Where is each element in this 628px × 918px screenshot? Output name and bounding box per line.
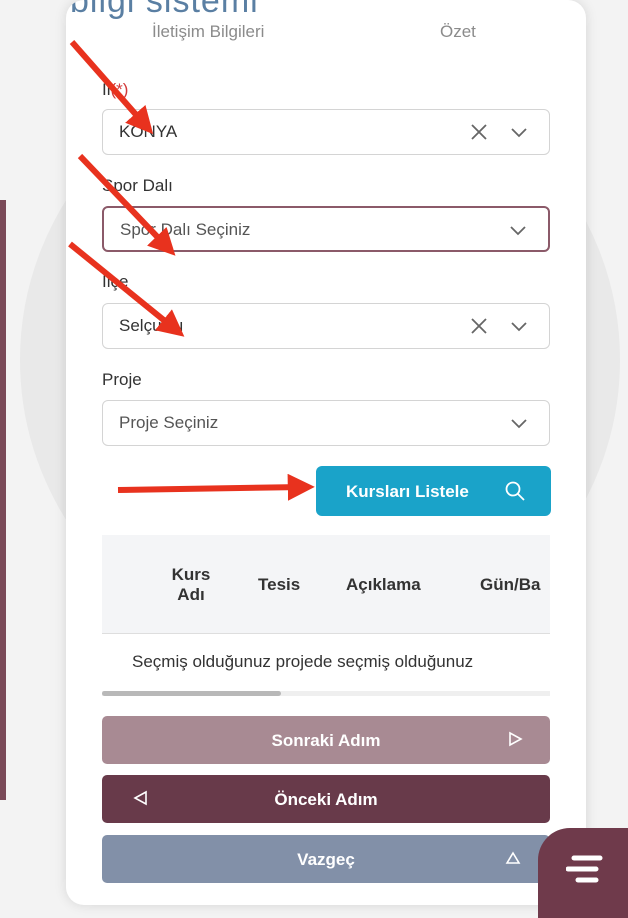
list-courses-label: Kursları Listele bbox=[346, 482, 469, 501]
ilce-label: İlçe bbox=[102, 272, 129, 291]
list-courses-button[interactable]: Kursları Listele bbox=[316, 466, 551, 516]
spor-dali-select[interactable]: Spor Dalı Seçiniz bbox=[102, 206, 550, 252]
chevron-down-icon[interactable] bbox=[507, 120, 531, 144]
previous-step-label: Önceki Adım bbox=[274, 790, 378, 809]
chevron-down-icon[interactable] bbox=[507, 314, 531, 338]
scrollbar-thumb[interactable] bbox=[102, 691, 282, 696]
proje-select[interactable]: Proje Seçiniz bbox=[102, 400, 550, 446]
next-step-button[interactable]: Sonraki Adım bbox=[102, 716, 550, 764]
cancel-button[interactable]: Vazgeç bbox=[102, 835, 550, 883]
il-value: KONYA bbox=[119, 122, 178, 141]
chevron-down-icon[interactable] bbox=[507, 411, 531, 435]
previous-step-button[interactable]: Önceki Adım bbox=[102, 775, 550, 823]
menu-icon bbox=[566, 855, 603, 883]
horizontal-scrollbar[interactable] bbox=[102, 691, 550, 696]
search-icon bbox=[505, 481, 525, 501]
required-mark: (*) bbox=[110, 80, 129, 99]
il-label: İl(*) bbox=[102, 80, 129, 99]
proje-label: Proje bbox=[102, 370, 142, 389]
spor-dali-placeholder: Spor Dalı Seçiniz bbox=[120, 220, 251, 239]
il-select[interactable]: KONYA bbox=[102, 109, 550, 155]
triangle-up-icon bbox=[505, 851, 521, 864]
clear-icon[interactable] bbox=[467, 120, 491, 144]
menu-fab-button[interactable] bbox=[538, 828, 628, 918]
next-step-label: Sonraki Adım bbox=[271, 731, 381, 750]
step-contact-info[interactable]: İletişim Bilgileri bbox=[152, 22, 264, 42]
app-title: bilgi sistemi bbox=[70, 0, 259, 20]
column-tesis[interactable]: Tesis bbox=[258, 575, 300, 595]
proje-placeholder: Proje Seçiniz bbox=[119, 413, 219, 432]
ilce-value: Selçuklu bbox=[119, 316, 184, 335]
chevron-down-icon[interactable] bbox=[506, 218, 530, 242]
column-kurs-adi[interactable]: Kurs Adı bbox=[166, 565, 216, 605]
courses-table-header: Kurs Adı Tesis Açıklama Gün/Ba bbox=[102, 535, 550, 634]
empty-notice: Seçmiş olduğunuz projede seçmiş olduğunu… bbox=[132, 652, 474, 671]
ilce-select[interactable]: Selçuklu bbox=[102, 303, 550, 349]
clear-icon[interactable] bbox=[467, 314, 491, 338]
background-edge bbox=[0, 200, 6, 800]
step-summary[interactable]: Özet bbox=[440, 22, 476, 42]
cancel-label: Vazgeç bbox=[297, 850, 355, 869]
play-right-icon bbox=[509, 731, 523, 747]
column-aciklama[interactable]: Açıklama bbox=[346, 575, 421, 595]
column-gun[interactable]: Gün/Ba bbox=[480, 575, 540, 595]
spor-dali-label: Spor Dalı bbox=[102, 176, 173, 195]
play-left-icon bbox=[133, 790, 147, 806]
form-card: bilgi sistemi İletişim Bilgileri Özet İl… bbox=[66, 0, 586, 905]
